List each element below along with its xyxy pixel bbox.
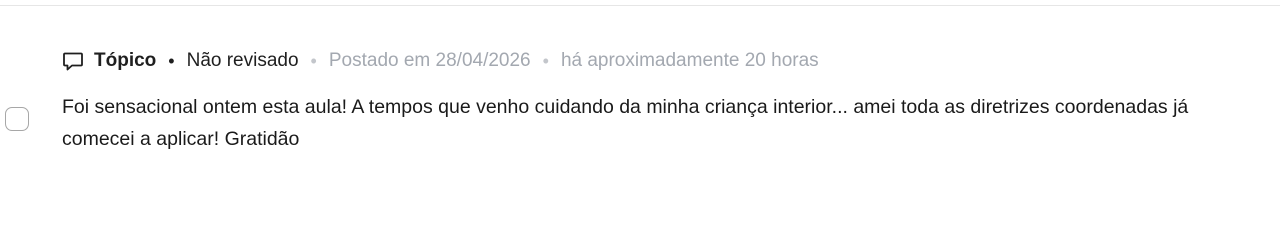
posted-date: Postado em 28/04/2026	[328, 50, 531, 71]
post-type-label: Tópico	[94, 50, 157, 71]
post-body: Foi sensacional ontem esta aula! A tempo…	[62, 96, 1189, 150]
speech-bubble-icon	[62, 50, 84, 72]
review-status: Não revisado	[186, 50, 299, 71]
post-meta: Tópico • Não revisado • Postado em 28/04…	[62, 48, 819, 74]
meta-separator: •	[168, 50, 175, 71]
meta-separator: •	[542, 50, 549, 71]
top-divider	[0, 0, 1280, 6]
meta-separator: •	[310, 50, 317, 71]
select-checkbox[interactable]	[5, 107, 29, 131]
post-list-item[interactable]: Tópico • Não revisado • Postado em 28/04…	[0, 40, 1280, 170]
relative-time: há aproximadamente 20 horas	[560, 50, 819, 71]
